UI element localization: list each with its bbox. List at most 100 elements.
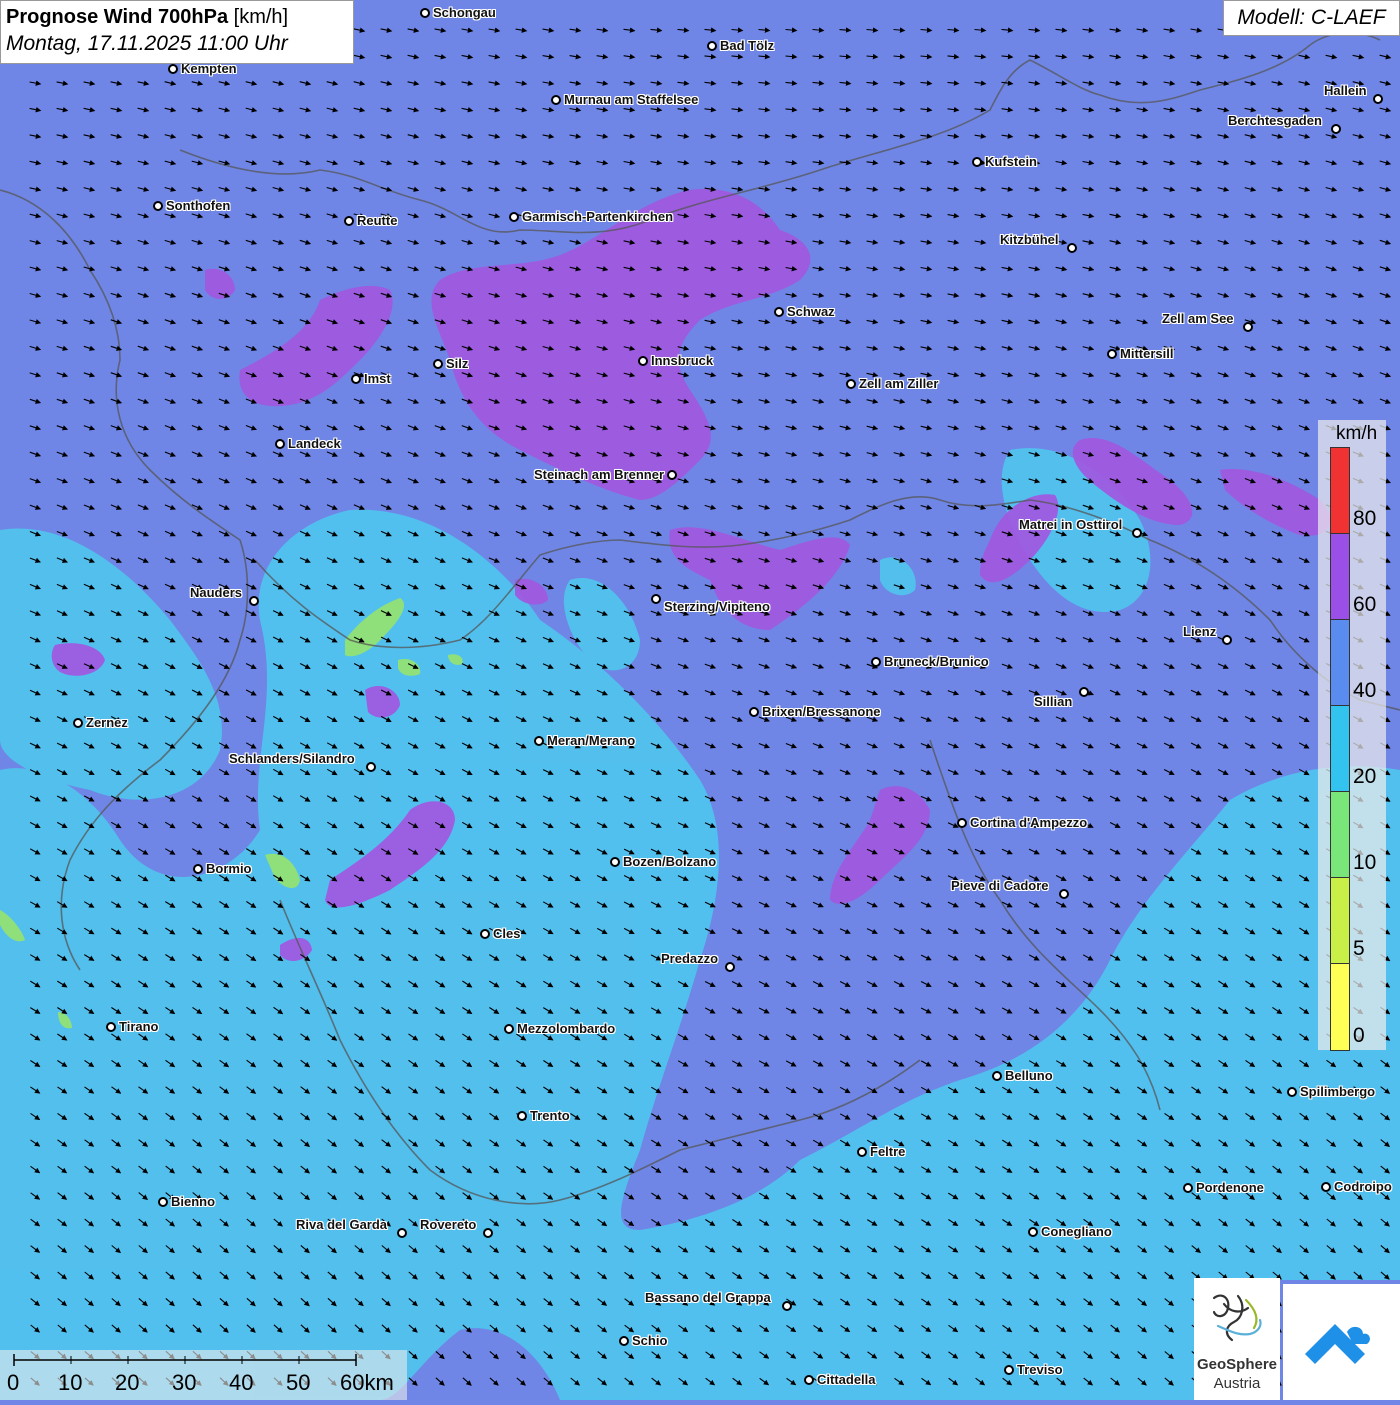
city-dot-icon [1059,889,1069,899]
city-name: Feltre [870,1144,906,1159]
city-dot-icon [168,64,178,74]
city-dot-icon [1287,1087,1297,1097]
city-dot-icon [483,1228,493,1238]
city-name: Zell am See [1162,311,1234,326]
mountain-icon [1305,1324,1370,1364]
city-dot-icon [957,818,967,828]
city-name: Mezzolombardo [517,1021,616,1036]
city-dot-icon [992,1071,1002,1081]
scale-label-60km: 60km [340,1370,394,1395]
scale-bar: 0 10 20 30 40 50 60km [0,1350,407,1400]
legend-label-0: 0 [1353,1024,1365,1047]
scale-label-50: 50 [286,1370,311,1395]
city-dot-icon [534,736,544,746]
legend-swatch-5 [1330,877,1350,965]
city-dot-icon [433,359,443,369]
city-name: Brixen/Bressanone [762,704,881,719]
city-dot-icon [73,718,83,728]
title-main: Prognose Wind 700hPa [6,6,229,28]
city-name: Bozen/Bolzano [623,854,717,869]
city-dot-icon [1183,1183,1193,1193]
city-name: Berchtesgaden [1228,113,1322,128]
model-label: Modell: C-LAEF [1223,0,1400,36]
city-dot-icon [1004,1365,1014,1375]
city-dot-icon [749,707,759,717]
city-name: Sillian [1034,694,1073,709]
city-name: Silz [446,356,469,371]
city-name: Zernez [86,715,128,730]
city-name: Matrei in Osttirol [1019,517,1123,532]
map-title: Prognose Wind 700hPa [km/h] [6,4,348,30]
city-name: Belluno [1005,1068,1053,1083]
city-name: Innsbruck [651,353,714,368]
city-dot-icon [509,212,519,222]
city-name: Zell am Ziller [859,376,939,391]
legend-unit: km/h [1336,423,1378,444]
city-dot-icon [1222,635,1232,645]
city-name: Murnau am Staffelsee [564,92,699,107]
city-dot-icon [1331,124,1341,134]
city-dot-icon [193,864,203,874]
warning-app-logo[interactable] [1283,1284,1400,1400]
city-dot-icon [1132,528,1142,538]
city-dot-icon [1067,243,1077,253]
scale-bar-ruler [13,1354,357,1366]
city-dot-icon [871,657,881,667]
city-name: Spilimbergo [1300,1084,1376,1099]
legend-label-10: 10 [1353,851,1377,874]
city-name: Mittersill [1120,346,1174,361]
city-name: Garmisch-Partenkirchen [522,209,674,224]
city-dot-icon [651,594,661,604]
city-name: Cittadella [817,1372,876,1387]
city-name: Bormio [206,861,252,876]
scale-label-0: 0 [7,1370,20,1395]
city-dot-icon [551,95,561,105]
legend-swatch-60 [1330,533,1350,621]
logo-text-austria: Austria [1213,1375,1261,1392]
scale-label-30: 30 [172,1370,197,1395]
city-name: Steinach am Brenner [533,467,664,482]
city-dot-icon [1243,322,1253,332]
city-dot-icon [1079,687,1089,697]
city-name: Sonthofen [166,198,231,213]
city-name: Tirano [119,1019,159,1034]
city-name: Bruneck/Brunico [884,654,989,669]
scale-label-10: 10 [58,1370,83,1395]
title-unit: [km/h] [233,6,289,28]
city-dot-icon [857,1147,867,1157]
city-dot-icon [344,216,354,226]
geosphere-austria-logo[interactable]: GeoSphere Austria [1194,1278,1280,1400]
legend-swatch-0 [1330,963,1350,1051]
city-dot-icon [397,1228,407,1238]
city-name: Imst [364,371,391,386]
city-dot-icon [106,1022,116,1032]
city-dot-icon [1373,94,1383,104]
city-dot-icon [249,596,259,606]
city-name: Rovereto [420,1217,477,1232]
city-name: Reutte [357,213,398,228]
city-dot-icon [504,1024,514,1034]
city-name: Kitzbühel [1000,232,1059,247]
city-name: Bad Tölz [720,38,775,53]
city-dot-icon [158,1197,168,1207]
color-legend: km/h 80 60 40 20 10 5 0 [1318,420,1386,1051]
city-name: Schwaz [787,304,835,319]
city-dot-icon [351,374,361,384]
city-dot-icon [707,41,717,51]
city-name: Kufstein [985,154,1037,169]
legend-label-40: 40 [1353,679,1377,702]
city-dot-icon [480,929,490,939]
city-name: Predazzo [661,951,719,966]
city-dot-icon [619,1336,629,1346]
city-dot-icon [610,857,620,867]
city-dot-icon [774,307,784,317]
city-dot-icon [1107,349,1117,359]
city-dot-icon [517,1111,527,1121]
scale-label-40: 40 [229,1370,254,1395]
city-name: Hallein [1324,83,1367,98]
legend-swatch-80 [1330,447,1350,535]
city-dot-icon [846,379,856,389]
city-name: Meran/Merano [547,733,636,748]
city-name: Pieve di Cadore [951,878,1049,893]
city-name: Riva del Garda [296,1217,388,1232]
